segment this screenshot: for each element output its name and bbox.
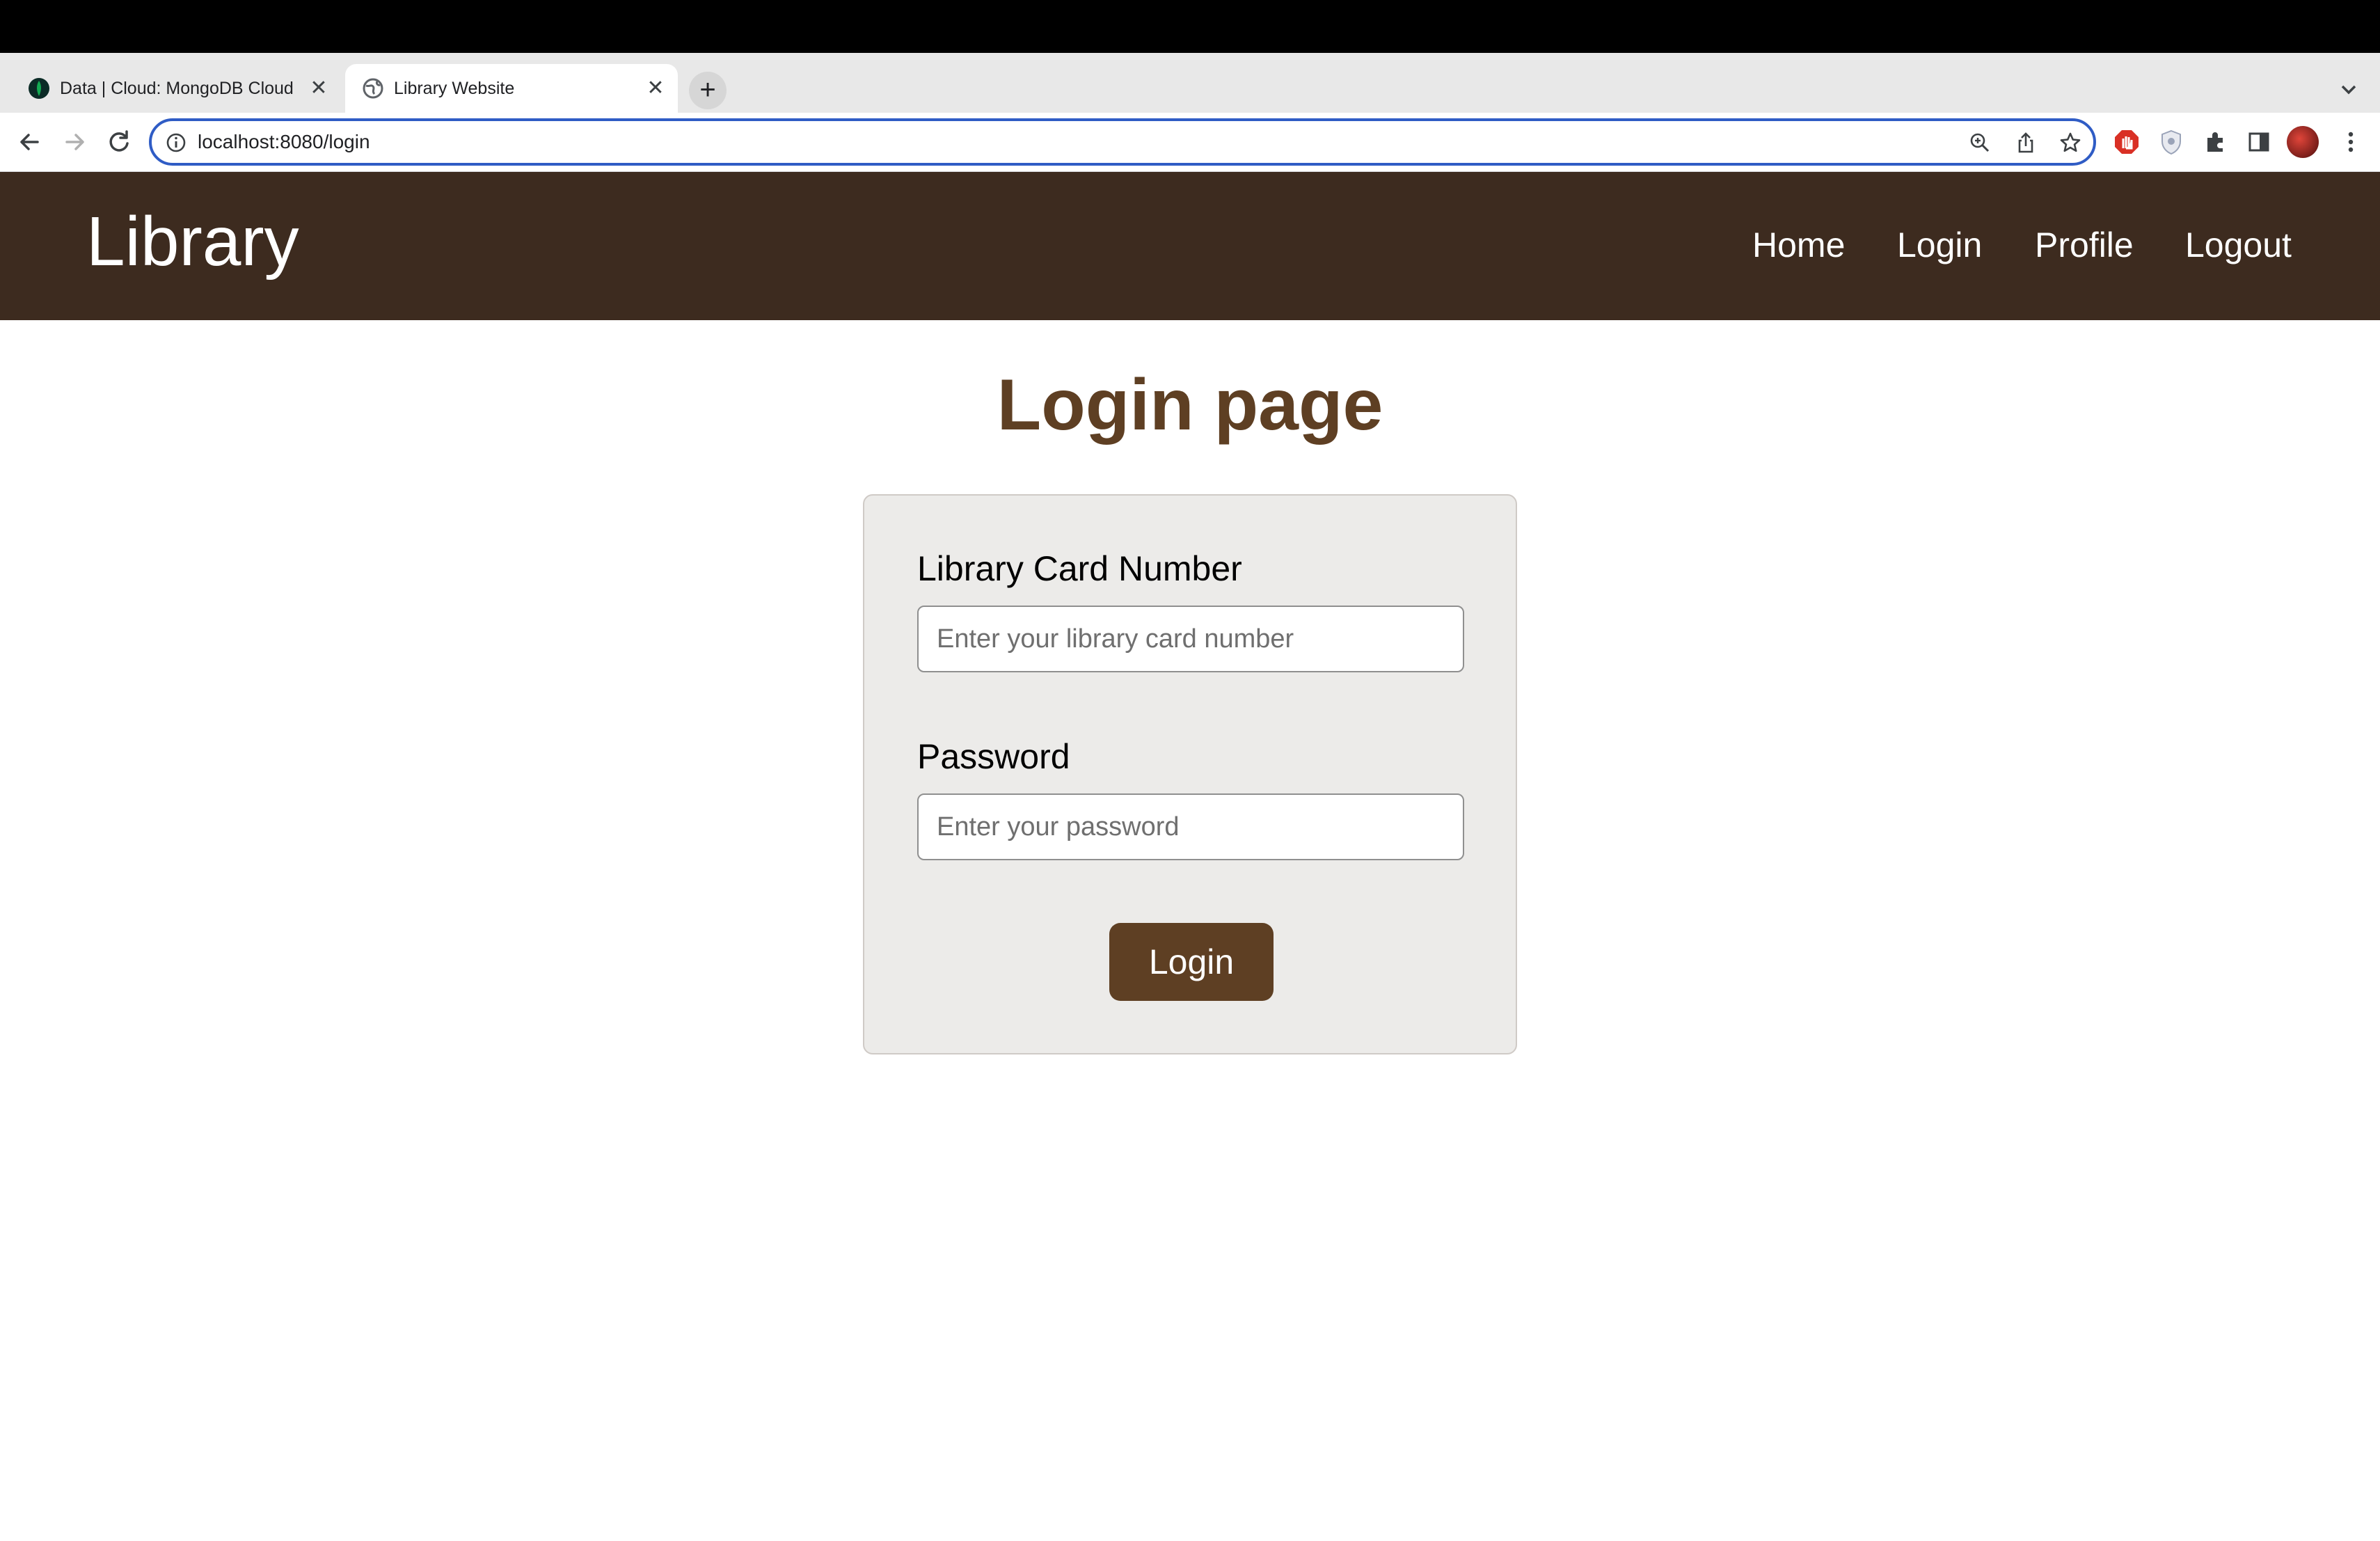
address-url[interactable]: localhost:8080/login <box>198 131 370 153</box>
browser-tab-strip: Data | Cloud: MongoDB Cloud ✕ Library We… <box>0 53 2380 113</box>
site-brand[interactable]: Library <box>86 207 299 276</box>
new-tab-button[interactable]: + <box>689 72 727 109</box>
adblock-extension-icon[interactable] <box>2113 128 2141 156</box>
nav-link-home[interactable]: Home <box>1752 228 1845 262</box>
page-title: Login page <box>997 365 1383 445</box>
globe-icon <box>363 78 383 99</box>
nav-link-logout[interactable]: Logout <box>2185 228 2292 262</box>
browser-tab-library[interactable]: Library Website ✕ <box>345 64 678 113</box>
site-header: Library Home Login Profile Logout <box>0 172 2380 320</box>
close-tab-icon[interactable]: ✕ <box>643 76 668 101</box>
browser-toolbar: localhost:8080/login <box>0 113 2380 172</box>
shield-extension-icon[interactable] <box>2157 128 2185 156</box>
chevron-down-icon[interactable] <box>2338 79 2359 100</box>
profile-avatar[interactable] <box>2287 126 2319 158</box>
share-icon[interactable] <box>2014 131 2038 155</box>
login-button[interactable]: Login <box>1109 923 1274 1001</box>
tab-title: Library Website <box>394 79 515 98</box>
nav-link-login[interactable]: Login <box>1897 228 1982 262</box>
extensions-puzzle-icon[interactable] <box>2202 128 2230 156</box>
mongodb-leaf-icon <box>29 78 49 99</box>
screen-top-bar <box>0 0 2380 53</box>
password-input[interactable] <box>917 793 1464 860</box>
forward-arrow-icon[interactable] <box>58 126 90 158</box>
close-tab-icon[interactable]: ✕ <box>306 76 331 101</box>
more-menu-icon[interactable] <box>2337 128 2365 156</box>
tab-title: Data | Cloud: MongoDB Cloud <box>60 79 294 98</box>
login-form-card: Library Card Number Password Login <box>863 494 1517 1054</box>
address-bar[interactable]: localhost:8080/login <box>149 118 2096 166</box>
bookmark-star-icon[interactable] <box>2058 131 2082 155</box>
reload-icon[interactable] <box>103 126 135 158</box>
password-label: Password <box>917 737 1070 776</box>
back-arrow-icon[interactable] <box>14 126 46 158</box>
card-number-input[interactable] <box>917 606 1464 672</box>
card-number-label: Library Card Number <box>917 549 1242 588</box>
browser-tab-mongodb[interactable]: Data | Cloud: MongoDB Cloud ✕ <box>11 64 341 113</box>
zoom-icon[interactable] <box>1968 131 1992 155</box>
nav-link-profile[interactable]: Profile <box>2035 228 2134 262</box>
side-panel-icon[interactable] <box>2245 128 2273 156</box>
site-info-icon[interactable] <box>164 131 188 155</box>
